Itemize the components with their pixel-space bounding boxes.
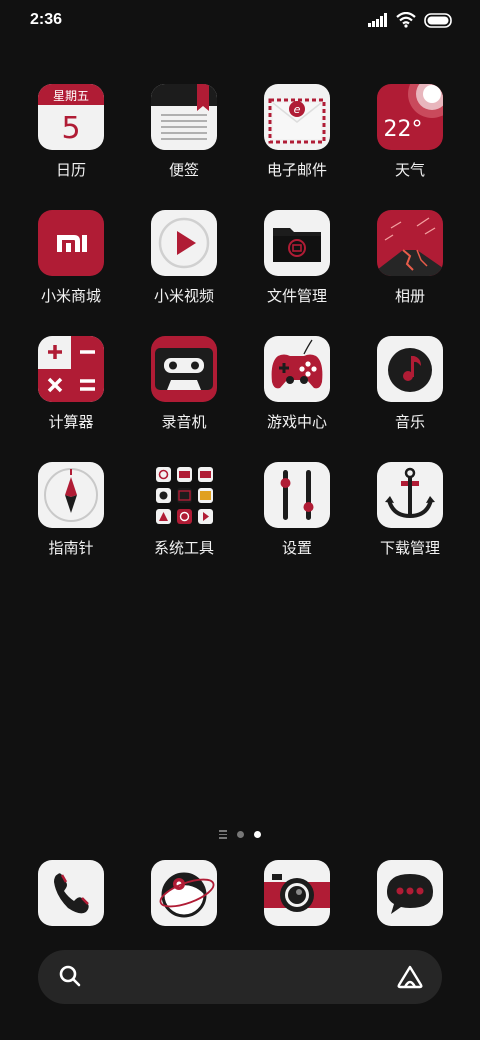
app-label: 小米商城 <box>40 287 101 305</box>
app-label: 相册 <box>394 287 425 305</box>
email-icon: e <box>264 84 330 150</box>
svg-text:e: e <box>294 103 301 116</box>
camera-icon[interactable] <box>264 860 330 926</box>
browser-eye-icon[interactable] <box>151 860 217 926</box>
app-folder-icon <box>151 462 217 528</box>
page-dot-active[interactable] <box>254 830 261 838</box>
app-download-manager[interactable]: 下载管理 <box>360 462 460 558</box>
search-icon[interactable] <box>58 964 82 988</box>
app-label: 小米视频 <box>153 287 214 305</box>
svg-text:22°: 22° <box>384 117 423 142</box>
app-recorder[interactable]: 录音机 <box>134 336 234 432</box>
app-mi-video[interactable]: 小米视频 <box>134 210 234 306</box>
app-settings[interactable]: 设置 <box>247 462 347 558</box>
search-input[interactable] <box>94 960 374 994</box>
mi-store-icon <box>38 210 104 276</box>
compass-icon <box>38 462 104 528</box>
voice-assistant-icon[interactable] <box>396 963 424 991</box>
app-label: 录音机 <box>161 413 207 431</box>
app-label: 日历 <box>55 161 86 179</box>
app-system-tools[interactable]: 系统工具 <box>134 462 234 558</box>
page-list-icon[interactable] <box>219 830 227 839</box>
signal-icon <box>368 13 387 27</box>
app-calculator[interactable]: 计算器 <box>21 336 121 432</box>
app-label: 系统工具 <box>153 539 214 557</box>
app-music[interactable]: 音乐 <box>360 336 460 432</box>
status-time: 2:36 <box>30 11 63 28</box>
app-calendar[interactable]: 星期五 5 日历 <box>21 84 121 180</box>
app-label: 指南针 <box>48 539 94 557</box>
app-label: 便签 <box>168 161 199 179</box>
search-bar[interactable] <box>38 950 442 1004</box>
volcano-gallery-icon <box>377 210 443 276</box>
gamepad-icon <box>264 336 330 402</box>
app-notes[interactable]: 便签 <box>134 84 234 180</box>
svg-text:星期五: 星期五 <box>53 89 89 103</box>
calculator-icon <box>38 336 104 402</box>
page-indicator <box>0 830 480 839</box>
calendar-icon: 星期五 5 <box>38 84 104 150</box>
chat-bubble-icon[interactable] <box>377 860 443 926</box>
app-compass[interactable]: 指南针 <box>21 462 121 558</box>
cassette-icon <box>151 336 217 402</box>
music-note-icon <box>377 336 443 402</box>
status-icons <box>368 12 454 28</box>
app-label: 计算器 <box>48 413 94 431</box>
app-game-center[interactable]: 游戏中心 <box>247 336 347 432</box>
notes-icon <box>151 84 217 150</box>
app-file-manager[interactable]: 文件管理 <box>247 210 347 306</box>
sliders-icon <box>264 462 330 528</box>
app-label: 音乐 <box>394 413 425 431</box>
app-email[interactable]: e 电子邮件 <box>247 84 347 180</box>
svg-text:5: 5 <box>61 111 80 146</box>
phone-icon[interactable] <box>38 860 104 926</box>
app-weather[interactable]: 22° 天气 <box>360 84 460 180</box>
folder-icon <box>264 210 330 276</box>
app-gallery[interactable]: 相册 <box>360 210 460 306</box>
weather-icon: 22° <box>377 84 443 150</box>
battery-icon <box>424 12 452 28</box>
app-label: 天气 <box>394 161 425 179</box>
wifi-icon <box>396 12 416 28</box>
dock <box>0 860 480 926</box>
app-label: 电子邮件 <box>266 161 327 179</box>
page-dot[interactable] <box>237 830 244 838</box>
anchor-icon <box>377 462 443 528</box>
video-play-icon <box>151 210 217 276</box>
status-bar: 2:36 <box>0 0 480 42</box>
app-mi-store[interactable]: 小米商城 <box>21 210 121 306</box>
app-label: 游戏中心 <box>266 413 327 431</box>
app-label: 下载管理 <box>379 539 440 557</box>
app-label: 设置 <box>281 539 312 557</box>
app-label: 文件管理 <box>266 287 327 305</box>
